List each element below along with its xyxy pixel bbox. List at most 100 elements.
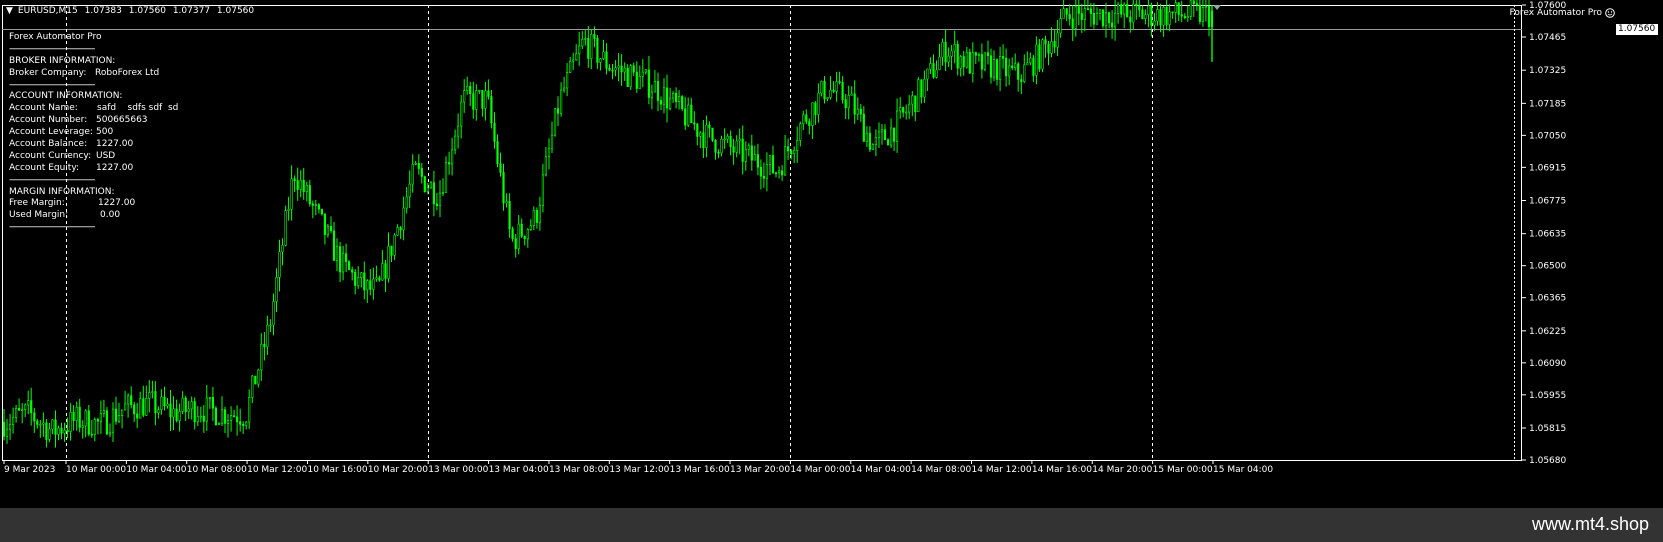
candle-body — [1156, 9, 1159, 22]
candle-body — [853, 93, 856, 115]
candle-body — [124, 403, 127, 411]
candle-body — [347, 261, 351, 271]
candle-body — [523, 235, 526, 239]
candle-body — [771, 155, 775, 174]
candle-body — [248, 396, 251, 423]
price-chart[interactable]: 1.07600 1.07465 1.07325 1.07185 1.07050 1.069… — [0, 0, 1663, 508]
candle-body — [662, 87, 666, 105]
candle-body — [151, 391, 154, 393]
candle-body — [160, 396, 163, 410]
candle-body — [354, 271, 357, 286]
candle-body — [199, 415, 202, 418]
candle-body — [381, 263, 384, 281]
candle-body — [260, 343, 263, 371]
candle-body — [641, 71, 644, 77]
candle-body — [290, 178, 293, 210]
candle-body — [184, 397, 187, 413]
candle-body — [84, 410, 87, 427]
candle-body — [139, 398, 142, 419]
candle-body — [99, 413, 102, 422]
candle-body — [360, 272, 363, 278]
candle-body — [790, 150, 793, 154]
candle-body — [130, 395, 133, 405]
candle-body — [220, 409, 224, 424]
candle-body — [738, 138, 741, 142]
candle-body — [284, 210, 287, 246]
candle-body — [399, 227, 402, 231]
candle-body — [299, 180, 302, 190]
candle-body — [233, 415, 236, 418]
candle-body — [1059, 18, 1062, 34]
candle-body — [1098, 9, 1102, 15]
candle-body — [466, 86, 469, 92]
account-balance-value: 1227.00 — [96, 139, 134, 150]
account-name-label: Account Name: — [9, 103, 78, 114]
candle-body — [1162, 7, 1165, 26]
candle-body — [308, 185, 311, 205]
candle-body — [1132, 3, 1135, 23]
candle-body — [693, 122, 696, 125]
candle-body — [883, 129, 887, 141]
candle-body — [1159, 9, 1162, 26]
candle-body — [711, 127, 714, 141]
candle-body — [111, 408, 115, 433]
candle-body — [596, 38, 599, 63]
candle-body — [72, 411, 75, 421]
candle-body — [320, 208, 324, 215]
candle-body — [78, 406, 81, 428]
candle-body — [871, 144, 874, 150]
candle-body — [90, 433, 93, 436]
candle-body — [805, 114, 808, 122]
candle-body — [647, 69, 650, 98]
candle-body — [923, 78, 926, 98]
candle-body — [841, 82, 844, 100]
candle-body — [326, 226, 330, 235]
candle-body — [902, 107, 905, 113]
candle-body — [1035, 44, 1038, 76]
candle-body — [505, 201, 508, 204]
candle-body — [69, 411, 72, 432]
candle-body — [868, 132, 871, 150]
candle-body — [211, 396, 215, 409]
candle-body — [880, 129, 884, 133]
candle-body — [938, 56, 941, 71]
chart-menu-triangle-icon[interactable]: ▼ — [6, 6, 13, 17]
candle-body — [517, 223, 520, 249]
low-price: 1.07377 — [172, 6, 211, 16]
expert-advisor-name[interactable]: Forex Automator Pro — [1510, 8, 1602, 19]
candle-body — [584, 37, 587, 40]
time-axis-label: 13 Mar 08:00 — [549, 465, 609, 475]
candle-body — [992, 59, 996, 78]
time-axis-label: 14 Mar 20:00 — [1092, 465, 1152, 475]
price-axis-label: 1.07185 — [1529, 99, 1566, 109]
account-name-value: safd sdfs sdf sd — [97, 103, 179, 114]
candle-body — [372, 278, 375, 290]
candle-body — [214, 407, 218, 426]
candle-body — [895, 110, 899, 142]
candle-body — [572, 59, 575, 62]
candle-body — [1101, 9, 1105, 27]
candle-body — [1011, 65, 1014, 69]
candle-body — [599, 58, 602, 63]
separator: -------------------------------------- — [9, 174, 95, 185]
candle-body — [305, 185, 308, 192]
time-axis-label: 14 Mar 04:00 — [851, 465, 911, 475]
candle-body — [674, 93, 678, 103]
candle-body — [266, 324, 269, 348]
expert-smiley-icon[interactable] — [1605, 8, 1615, 18]
candle-body — [865, 132, 868, 142]
candle-body — [145, 397, 148, 416]
account-leverage-label: Account Leverage: — [9, 127, 93, 138]
candle-body — [157, 409, 160, 414]
candle-body — [1008, 65, 1011, 77]
time-axis-label: 10 Mar 20:00 — [368, 465, 428, 475]
chart-canvas[interactable]: 1.076001.074651.073251.071851.070501.069… — [0, 0, 1663, 508]
account-number-value: 500665663 — [96, 115, 148, 126]
candle-body — [750, 145, 753, 161]
candle-body — [732, 146, 735, 153]
candle-body — [472, 93, 475, 110]
candle-body — [544, 156, 547, 176]
candle-body — [1150, 5, 1153, 26]
candle-body — [590, 34, 593, 59]
candle-body — [1111, 22, 1114, 28]
